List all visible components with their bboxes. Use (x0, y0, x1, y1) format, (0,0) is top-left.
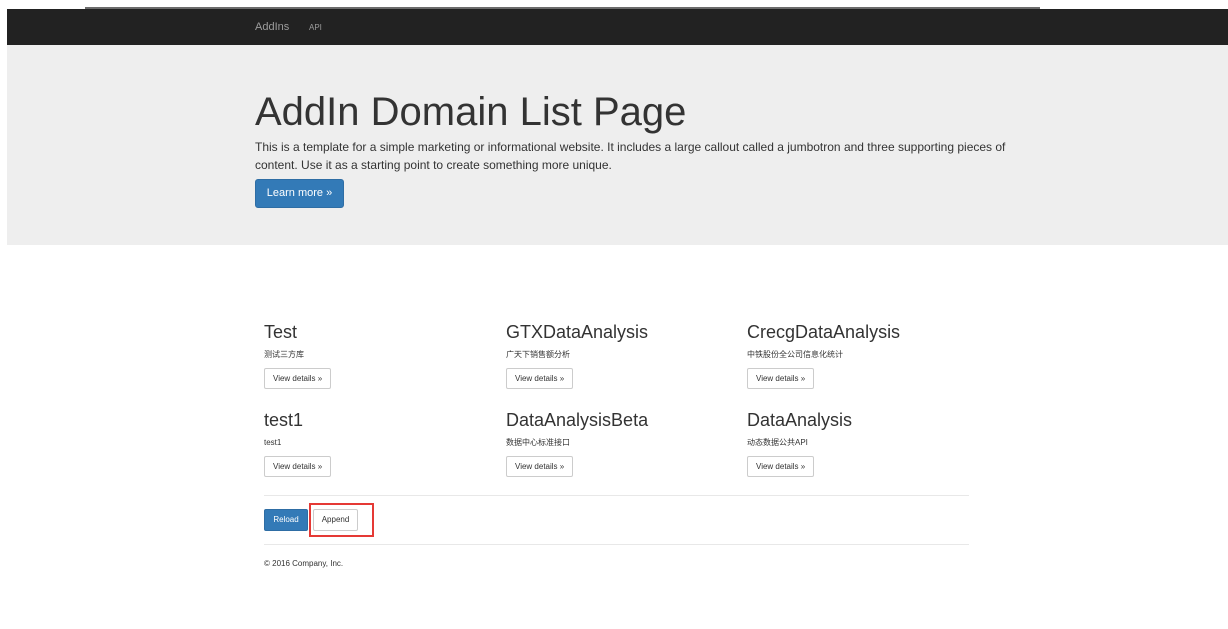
domain-description: 中铁股份全公司信息化统计 (747, 350, 843, 359)
domain-title: Test (264, 322, 298, 342)
divider (264, 495, 969, 496)
jumbotron-description: This is a template for a simple marketin… (255, 140, 1006, 172)
navbar-brand-link[interactable]: AddIns (255, 21, 289, 33)
view-details-button[interactable]: View details » (747, 456, 815, 477)
domain-description: 测试三方库 (264, 350, 304, 359)
domain-description: 数据中心标准接口 (506, 438, 570, 447)
page-title: AddIn Domain List Page (255, 90, 687, 134)
domain-title: test1 (264, 410, 304, 430)
domain-card-gtxdataanalysis: GTXDataAnalysis 广天下销售额分析 View details » (506, 322, 648, 389)
view-details-button[interactable]: View details » (264, 368, 332, 389)
domain-title: DataAnalysis (747, 410, 853, 430)
jumbotron: AddIn Domain List Page This is a templat… (7, 45, 1228, 245)
domain-title: GTXDataAnalysis (506, 322, 649, 342)
nav-link-api[interactable]: API (309, 23, 322, 32)
learn-more-button[interactable]: Learn more » (255, 179, 344, 208)
view-details-button[interactable]: View details » (264, 456, 332, 477)
domain-card-test: Test 测试三方库 View details » (264, 322, 332, 389)
domain-card-dataanalysis: DataAnalysis 动态数据公共API View details » (747, 410, 852, 477)
view-details-button[interactable]: View details » (506, 456, 574, 477)
reload-button[interactable]: Reload (264, 509, 308, 531)
append-button[interactable]: Append (313, 509, 358, 531)
view-details-button[interactable]: View details » (747, 368, 815, 389)
domain-description: test1 (264, 438, 282, 447)
view-details-button[interactable]: View details » (506, 368, 574, 389)
domain-card-crecgdataanalysis: CrecgDataAnalysis 中铁股份全公司信息化统计 View deta… (747, 322, 900, 389)
domain-description: 广天下销售额分析 (506, 350, 570, 359)
divider (264, 544, 969, 545)
navbar: AddIns API (7, 9, 1228, 45)
domain-card-test1: test1 test1 View details » (264, 410, 332, 477)
domain-description: 动态数据公共API (747, 438, 808, 447)
footer-copyright: © 2016 Company, Inc. (264, 559, 344, 568)
domain-title: CrecgDataAnalysis (747, 322, 901, 342)
domain-card-dataanalysisbeta: DataAnalysisBeta 数据中心标准接口 View details » (506, 410, 648, 477)
domain-title: DataAnalysisBeta (506, 410, 649, 430)
